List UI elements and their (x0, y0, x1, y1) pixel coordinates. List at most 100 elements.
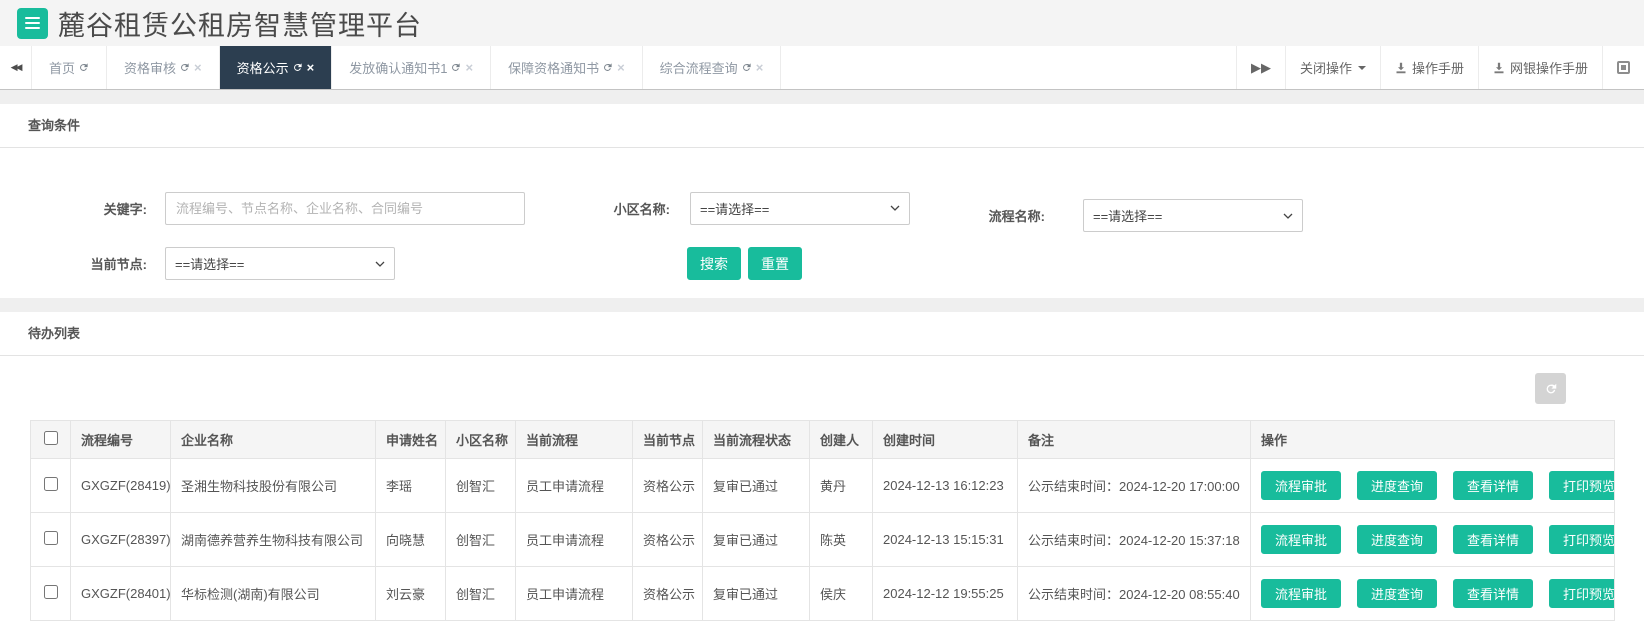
refresh-icon[interactable] (450, 62, 461, 73)
cell-creator: 陈英 (809, 512, 873, 567)
print-preview-button[interactable]: 打印预览 (1549, 525, 1614, 554)
flow-approve-button[interactable]: 流程审批 (1261, 471, 1342, 500)
close-icon[interactable]: × (194, 60, 202, 75)
cell-remark: 公示结束时间：2024-12-20 15:37:18 (1017, 512, 1251, 567)
chevron-down-icon (1283, 213, 1293, 219)
tab-home[interactable]: 首页 (32, 46, 108, 89)
close-icon[interactable]: × (465, 60, 473, 75)
tab-qualification-publicity[interactable]: 资格公示 × (219, 46, 333, 89)
flow-name-select[interactable]: ==请选择== (1083, 199, 1303, 232)
close-icon[interactable]: × (756, 60, 764, 75)
cell-status: 复审已通过 (702, 458, 810, 513)
tab-guarantee-qualification-notice[interactable]: 保障资格通知书 × (491, 46, 643, 89)
col-header-remark: 备注 (1017, 420, 1251, 459)
flow-approve-button[interactable]: 流程审批 (1261, 579, 1342, 608)
table-row: GXGZF(28401) 华标检测(湖南)有限公司 刘云豪 创智汇 员工申请流程… (30, 566, 1615, 621)
tab-label: 资格审核 (124, 61, 177, 76)
col-header-flow: 当前流程 (515, 420, 633, 459)
tabbar-spacer (781, 46, 1236, 89)
current-node-select[interactable]: ==请选择== (165, 247, 395, 280)
keyword-label: 关键字: (103, 201, 147, 217)
tabs-scroll-left-button[interactable]: ◀◀ (0, 46, 32, 89)
refresh-icon[interactable] (292, 62, 303, 73)
table-row: GXGZF(28419) 圣湘生物科技股份有限公司 李瑶 创智汇 员工申请流程 … (30, 458, 1615, 513)
bank-manual-label: 网银操作手册 (1509, 61, 1588, 76)
query-panel: 查询条件 关键字: 小区名称: ==请选择== 流程名称: ==请选择== 当前… (0, 104, 1644, 298)
progress-query-button[interactable]: 进度查询 (1357, 579, 1438, 608)
row-checkbox[interactable] (43, 585, 58, 599)
view-details-button[interactable]: 查看详情 (1453, 471, 1534, 500)
fullscreen-icon (1617, 61, 1630, 74)
todo-panel-title: 待办列表 (0, 312, 1644, 356)
view-details-button[interactable]: 查看详情 (1453, 525, 1534, 554)
fullscreen-toggle-button[interactable] (1602, 46, 1644, 89)
tab-label: 首页 (49, 61, 76, 76)
query-form: 关键字: 小区名称: ==请选择== 流程名称: ==请选择== 当前节点: = (0, 148, 1644, 280)
tab-qualification-review[interactable]: 资格审核 × (107, 46, 220, 89)
cell-remark: 公示结束时间：2024-12-20 08:55:40 (1017, 566, 1251, 621)
tab-bar: ◀◀ 首页 资格审核 × 资格公示 × 发放确认通知书1 × 保障资格通知书 ×… (0, 46, 1644, 90)
keyword-input[interactable] (165, 191, 525, 225)
cell-company: 湖南德养营养生物科技有限公司 (170, 512, 376, 567)
refresh-icon[interactable] (78, 62, 89, 73)
close-icon[interactable]: × (307, 60, 315, 75)
print-preview-button[interactable]: 打印预览 (1549, 471, 1614, 500)
caret-down-icon (1357, 65, 1366, 70)
refresh-icon[interactable] (179, 62, 190, 73)
flow-approve-button[interactable]: 流程审批 (1261, 525, 1342, 554)
cell-node: 资格公示 (632, 458, 703, 513)
cell-applicant: 向晓慧 (375, 512, 446, 567)
cell-creator: 黄丹 (809, 458, 873, 513)
col-header-creator: 创建人 (809, 420, 873, 459)
tab-label: 保障资格通知书 (508, 61, 600, 76)
download-icon (1493, 62, 1505, 74)
cell-node: 资格公示 (632, 512, 703, 567)
cell-company: 华标检测(湖南)有限公司 (170, 566, 376, 621)
col-header-community: 小区名称 (445, 420, 516, 459)
tabs-scroll-right-button[interactable]: ▶▶ (1235, 46, 1285, 89)
todo-panel: 待办列表 流程编号 企业名称 申请姓名 小区名称 当前流程 当前节点 当前流程状… (0, 312, 1644, 644)
progress-query-button[interactable]: 进度查询 (1357, 471, 1438, 500)
list-toolbar (0, 373, 1644, 404)
print-preview-button[interactable]: 打印预览 (1549, 579, 1614, 608)
query-panel-title: 查询条件 (0, 104, 1644, 148)
row-checkbox[interactable] (43, 531, 58, 545)
current-node-label: 当前节点: (90, 257, 147, 272)
bank-manual-link[interactable]: 网银操作手册 (1477, 46, 1602, 89)
menu-toggle-button[interactable] (17, 7, 48, 39)
refresh-icon[interactable] (741, 62, 752, 73)
cell-community: 创智汇 (445, 512, 516, 567)
tab-comprehensive-flow-query[interactable]: 综合流程查询 × (643, 46, 782, 89)
close-icon[interactable]: × (617, 60, 625, 75)
select-all-checkbox[interactable] (43, 431, 58, 445)
refresh-icon (1546, 383, 1556, 393)
search-button[interactable]: 搜索 (687, 247, 741, 280)
tab-label: 发放确认通知书1 (349, 61, 448, 76)
community-select[interactable]: ==请选择== (690, 191, 910, 225)
double-chevron-right-icon: ▶▶ (1250, 59, 1271, 75)
cell-community: 创智汇 (445, 458, 516, 513)
row-checkbox[interactable] (43, 477, 58, 491)
cell-community: 创智汇 (445, 566, 516, 621)
col-header-company: 企业名称 (170, 420, 376, 459)
refresh-icon[interactable] (602, 62, 613, 73)
progress-query-button[interactable]: 进度查询 (1357, 525, 1438, 554)
table-row: GXGZF(28397) 湖南德养营养生物科技有限公司 向晓慧 创智汇 员工申请… (30, 512, 1615, 567)
refresh-list-button[interactable] (1535, 373, 1566, 404)
tab-label: 资格公示 (236, 61, 289, 76)
reset-button[interactable]: 重置 (748, 247, 802, 280)
cell-flow: 员工申请流程 (515, 458, 633, 513)
cell-created: 2024-12-13 15:15:31 (872, 512, 1018, 567)
tab-label: 综合流程查询 (659, 61, 738, 76)
view-details-button[interactable]: 查看详情 (1453, 579, 1534, 608)
tab-issue-confirmation-notice[interactable]: 发放确认通知书1 × (332, 46, 492, 89)
cell-applicant: 刘云豪 (375, 566, 446, 621)
flow-name-label: 流程名称: (988, 209, 1045, 224)
cell-creator: 侯庆 (809, 566, 873, 621)
current-node-select-value: ==请选择== (175, 257, 245, 272)
cell-flow: 员工申请流程 (515, 512, 633, 567)
app-header: 麓谷租赁公租房智慧管理平台 (0, 0, 1644, 46)
operation-manual-link[interactable]: 操作手册 (1379, 46, 1478, 89)
close-operations-dropdown[interactable]: 关闭操作 (1284, 46, 1380, 89)
col-header-node: 当前节点 (632, 420, 703, 459)
